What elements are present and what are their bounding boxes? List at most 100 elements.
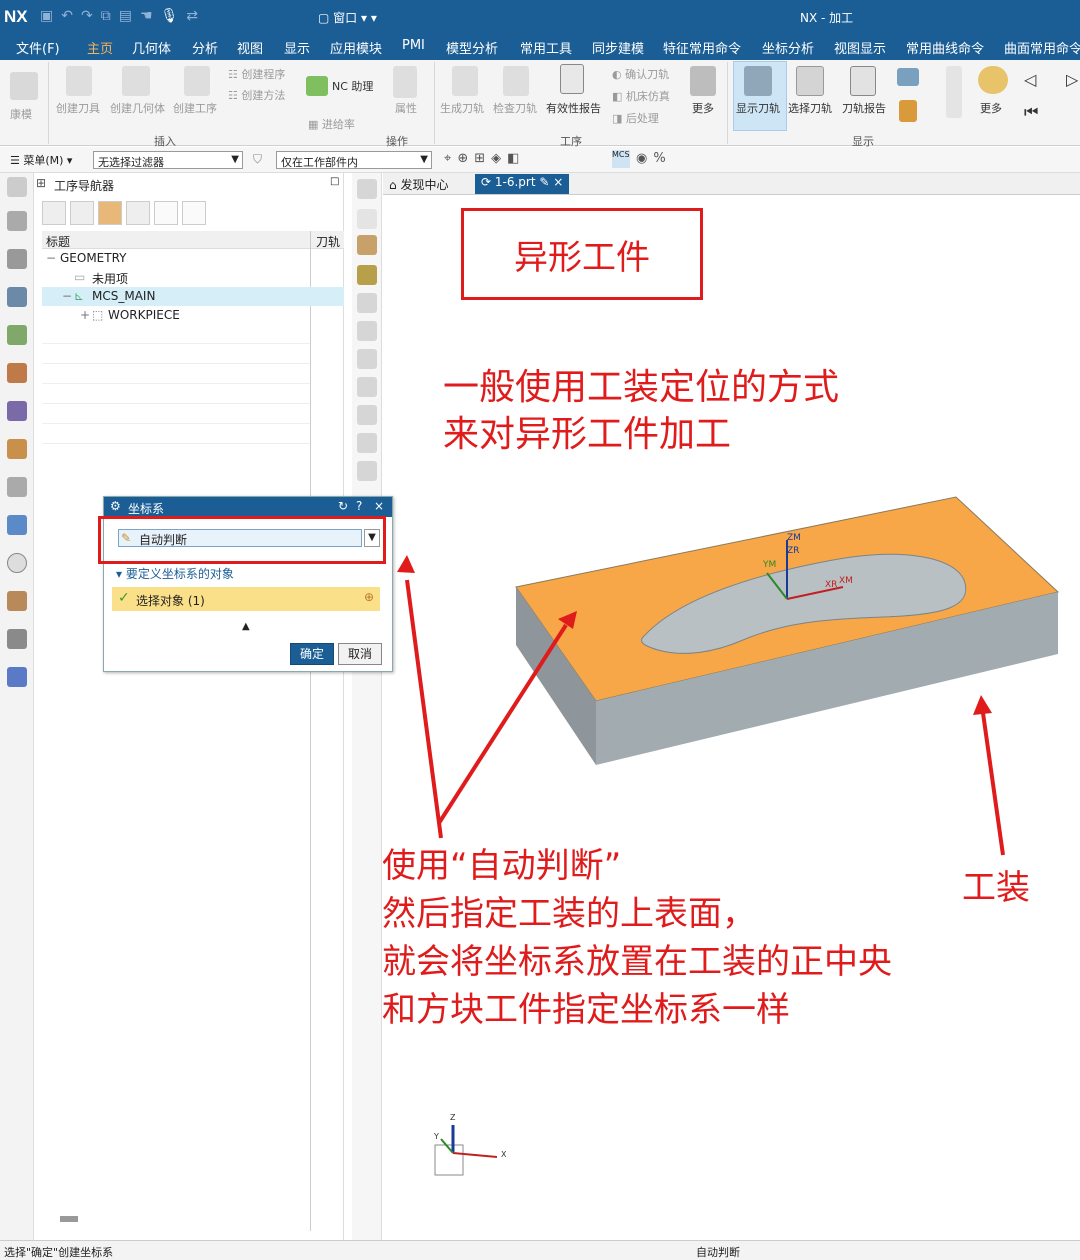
path-report-button[interactable]: 刀轨报告 (842, 100, 886, 116)
tab-coordinate-analysis[interactable]: 坐标分析 (762, 38, 814, 57)
tab-pmi[interactable]: PMI (402, 38, 425, 53)
part-navigator-icon[interactable] (7, 211, 27, 231)
tree-row[interactable]: − ⊾ MCS_MAIN (42, 287, 344, 306)
create-geometry-button[interactable]: 创建几何体 (110, 100, 165, 116)
feed-rate-button[interactable]: ▦ 进给率 (308, 116, 355, 132)
machine-navigator-icon[interactable] (7, 325, 27, 345)
column-toolpath[interactable]: 刀轨 (316, 233, 340, 250)
collapse-icon[interactable]: − (62, 289, 72, 303)
tool-display-icon[interactable] (899, 100, 917, 122)
column-title[interactable]: 标题 (46, 233, 70, 250)
gear-icon[interactable] (7, 177, 27, 197)
confirm-path-button[interactable]: ◐ 确认刀轨 (612, 66, 669, 82)
program-view-icon[interactable] (42, 201, 66, 225)
tab-common-tools[interactable]: 常用工具 (520, 38, 572, 57)
arrows-icon[interactable] (946, 66, 962, 118)
graphics-canvas[interactable]: ZM ZR YM XR XM Z X Y (383, 195, 1080, 1240)
add-icon[interactable] (154, 201, 178, 225)
maximize-icon[interactable]: □ (330, 176, 339, 187)
machine-view-icon[interactable] (70, 201, 94, 225)
measure-icon[interactable] (357, 235, 377, 255)
delete-icon[interactable] (182, 201, 206, 225)
view-tools-icon[interactable]: ◉% (636, 151, 672, 166)
previous-icon[interactable]: ◁ (1024, 70, 1036, 89)
crosshair-icon[interactable]: ⊕ (364, 590, 374, 604)
collapse-icon[interactable]: − (46, 251, 56, 265)
select-objects-field[interactable]: ✓ 选择对象 (1) ⊕ (112, 587, 380, 611)
web-browser-icon[interactable] (7, 477, 27, 497)
copy-icon[interactable]: ⧉ (101, 8, 111, 24)
reuse-library-icon[interactable] (7, 401, 27, 421)
display-option-icon[interactable] (897, 68, 919, 86)
window-menu[interactable]: ▢ 窗口 ▾ ▾ (318, 9, 377, 26)
menu-button[interactable]: ☰ 菜单(M) ▾ (10, 152, 72, 168)
hd3d-tools-icon[interactable] (7, 439, 27, 459)
switch-window-icon[interactable]: ⇄ (186, 8, 198, 24)
first-icon[interactable]: ⏮ (1024, 102, 1038, 122)
redo-icon[interactable]: ↷ (81, 8, 93, 24)
tab-display[interactable]: 显示 (284, 38, 310, 57)
nc-assistant-button[interactable]: NC 助理 (332, 78, 373, 94)
ok-button[interactable]: 确定 (290, 643, 334, 665)
select-path-button[interactable]: 选择刀轨 (788, 100, 832, 116)
objects-section-header[interactable]: ▾ 要定义坐标系的对象 (116, 565, 234, 582)
tab-view[interactable]: 视图 (237, 38, 263, 57)
attribute-button[interactable]: 属性 (395, 100, 417, 116)
tools-icon[interactable] (7, 591, 27, 611)
tab-discovery-center[interactable]: ⌂ 发现中心 (389, 176, 448, 193)
brush-icon[interactable] (357, 265, 377, 285)
horizontal-scrollbar[interactable] (60, 1216, 78, 1222)
post-process-button[interactable]: ◨ 后处理 (612, 110, 659, 126)
rotate-icon[interactable] (357, 209, 377, 229)
machine-sim-button[interactable]: ◧ 机床仿真 (612, 88, 670, 104)
kuomo-button[interactable]: 康模 (10, 106, 32, 122)
globe-icon[interactable] (7, 515, 27, 535)
tab-curve-commands[interactable]: 常用曲线命令 (906, 38, 984, 57)
tab-sync-modeling[interactable]: 同步建模 (592, 38, 644, 57)
operation-navigator-icon[interactable] (7, 287, 27, 307)
create-method-button[interactable]: ☷ 创建方法 (228, 87, 285, 103)
tab-home[interactable]: 主页 (87, 38, 113, 57)
mcs-icon[interactable]: MCS (612, 150, 630, 168)
display-part-icon[interactable] (357, 433, 377, 453)
filter-icon[interactable]: ⛉ (253, 152, 262, 167)
roles-icon[interactable] (7, 667, 27, 687)
move-icon[interactable] (357, 293, 377, 313)
undo-icon[interactable]: ↶ (61, 8, 73, 24)
zoom-icon[interactable] (357, 461, 377, 481)
layer-icon[interactable] (357, 321, 377, 341)
assembly-navigator-icon[interactable] (7, 249, 27, 269)
tab-part-file[interactable]: ⟳ 1-6.prt ✎ × (475, 174, 570, 194)
collapse-arrow-icon[interactable]: ▲ (242, 621, 250, 632)
feature-navigator-icon[interactable] (7, 363, 27, 383)
more-display-button[interactable]: 更多 (980, 100, 1002, 116)
reset-icon[interactable]: ↻ (338, 499, 348, 513)
cancel-button[interactable]: 取消 (338, 643, 382, 665)
geometry-view-icon[interactable] (98, 201, 122, 225)
tree-row[interactable]: − GEOMETRY (42, 249, 344, 268)
touch-mode-icon[interactable]: ☚ (140, 8, 153, 24)
section-icon[interactable] (357, 377, 377, 397)
tab-geometry[interactable]: 几何体 (132, 38, 171, 57)
validity-report-button[interactable]: 有效性报告 (546, 100, 601, 116)
tab-model-analysis[interactable]: 模型分析 (446, 38, 498, 57)
render-icon[interactable] (357, 179, 377, 199)
close-button[interactable]: × (374, 499, 384, 513)
create-tool-button[interactable]: 创建刀具 (56, 100, 100, 116)
save-icon[interactable]: ▣ (40, 8, 53, 24)
generate-path-button[interactable]: 生成刀轨 (440, 100, 484, 116)
tree-row[interactable]: + ⬚ WORKPIECE (42, 306, 344, 325)
tab-analysis[interactable]: 分析 (192, 38, 218, 57)
create-operation-button[interactable]: 创建工序 (173, 100, 217, 116)
create-program-button[interactable]: ☷ 创建程序 (228, 66, 285, 82)
paste-icon[interactable]: ▤ (119, 8, 132, 24)
snap-tools-icon[interactable]: ⌖⊕⊞◈◧ (444, 151, 525, 166)
history-icon[interactable] (7, 553, 27, 573)
tab-file[interactable]: 文件(F) (16, 38, 60, 57)
help-button[interactable]: ? (356, 499, 362, 513)
expand-icon[interactable]: + (80, 308, 90, 322)
copy-view-icon[interactable] (357, 349, 377, 369)
more-process-button[interactable]: 更多 (692, 100, 714, 116)
type-filter-select[interactable]: 无选择过滤器 ▼ (93, 151, 243, 169)
tab-feature-commands[interactable]: 特征常用命令 (663, 38, 741, 57)
